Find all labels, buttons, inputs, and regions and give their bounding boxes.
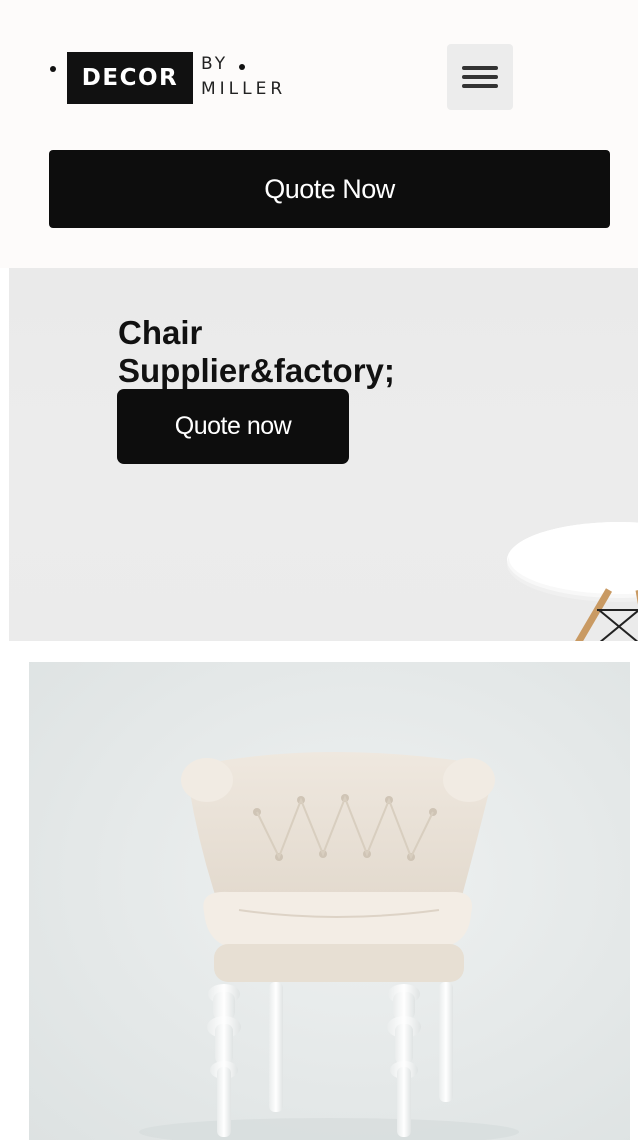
- armchair-image: [139, 752, 519, 1140]
- hero-banner: Chair Supplier&factory; Quote now: [9, 268, 638, 641]
- brand-logo[interactable]: DECOR BY MILLER: [50, 52, 310, 106]
- logo-wordmark: DECOR: [67, 52, 193, 104]
- hero-title-line1: Chair: [118, 314, 203, 351]
- logo-dot-icon: [239, 64, 245, 70]
- menu-toggle-button[interactable]: [447, 44, 513, 110]
- logo-name-text: MILLER: [201, 79, 287, 99]
- hero-title-line2: Supplier&factory;: [118, 352, 395, 389]
- logo-by-text: BY: [201, 54, 229, 74]
- side-table-image: [507, 522, 638, 641]
- hero-quote-button[interactable]: Quote now: [117, 389, 349, 464]
- product-image: [29, 662, 630, 1140]
- hero-title: Chair Supplier&factory;: [118, 314, 518, 390]
- logo-dot-icon: [50, 66, 56, 72]
- site-header: DECOR BY MILLER Quote Now: [0, 0, 638, 268]
- quote-now-button[interactable]: Quote Now: [49, 150, 610, 228]
- hamburger-menu-icon: [462, 66, 498, 88]
